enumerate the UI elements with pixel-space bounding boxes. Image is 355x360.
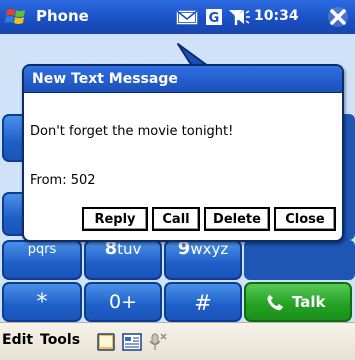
delete-button[interactable]: Delete — [204, 207, 270, 231]
menu-edit[interactable]: Edit — [2, 332, 33, 348]
gprs-icon: G — [206, 9, 222, 26]
sip-keyboard-icon[interactable] — [122, 332, 142, 352]
phone-handset-icon — [267, 295, 283, 311]
voice-recorder-icon[interactable] — [148, 332, 168, 352]
clock[interactable]: 10:34 — [254, 8, 299, 24]
notification-title: New Text Message — [32, 71, 178, 87]
dial-key-8-label: tuv — [117, 240, 142, 258]
app-title: Phone — [36, 7, 89, 25]
notification-header: New Text Message — [24, 66, 342, 93]
dial-key-hash-label: # — [194, 291, 212, 315]
talk-button[interactable]: Talk — [244, 282, 352, 322]
speaker-icon[interactable] — [233, 8, 251, 26]
call-button[interactable]: Call — [152, 207, 200, 231]
close-button[interactable]: Close — [274, 207, 336, 231]
menu-bar: Edit Tools — [0, 322, 355, 360]
windows-start-icon[interactable] — [4, 4, 30, 30]
message-body: Don't forget the movie tonight! — [30, 124, 234, 139]
dial-key-9-label: wxyz — [190, 240, 229, 258]
dial-key-star[interactable]: * — [2, 282, 82, 322]
dial-key-star-label: * — [36, 290, 48, 315]
dial-key-0[interactable]: 0+ — [84, 282, 162, 322]
message-sender: From: 502 — [30, 173, 96, 188]
side-panel-lower — [244, 240, 355, 280]
reply-button[interactable]: Reply — [82, 207, 148, 231]
title-bar: Phone G 10:34 — [0, 0, 355, 34]
message-envelope-icon[interactable] — [176, 8, 198, 26]
dial-key-7[interactable]: pqrs — [2, 240, 82, 280]
dial-key-9[interactable]: 9wxyz — [164, 238, 242, 280]
dial-key-hash[interactable]: # — [164, 282, 242, 322]
svg-text:G: G — [209, 11, 220, 26]
close-icon[interactable] — [326, 6, 350, 28]
dial-key-7-letters: pqrs — [27, 242, 57, 257]
talk-label: Talk — [292, 293, 326, 311]
dial-key-0-label: 0+ — [108, 291, 137, 313]
dial-key-8[interactable]: 8tuv — [84, 238, 162, 280]
menu-tools[interactable]: Tools — [40, 332, 80, 348]
notes-icon[interactable] — [96, 332, 116, 352]
notification-bubble: New Text Message Don't forget the movie … — [22, 64, 344, 242]
